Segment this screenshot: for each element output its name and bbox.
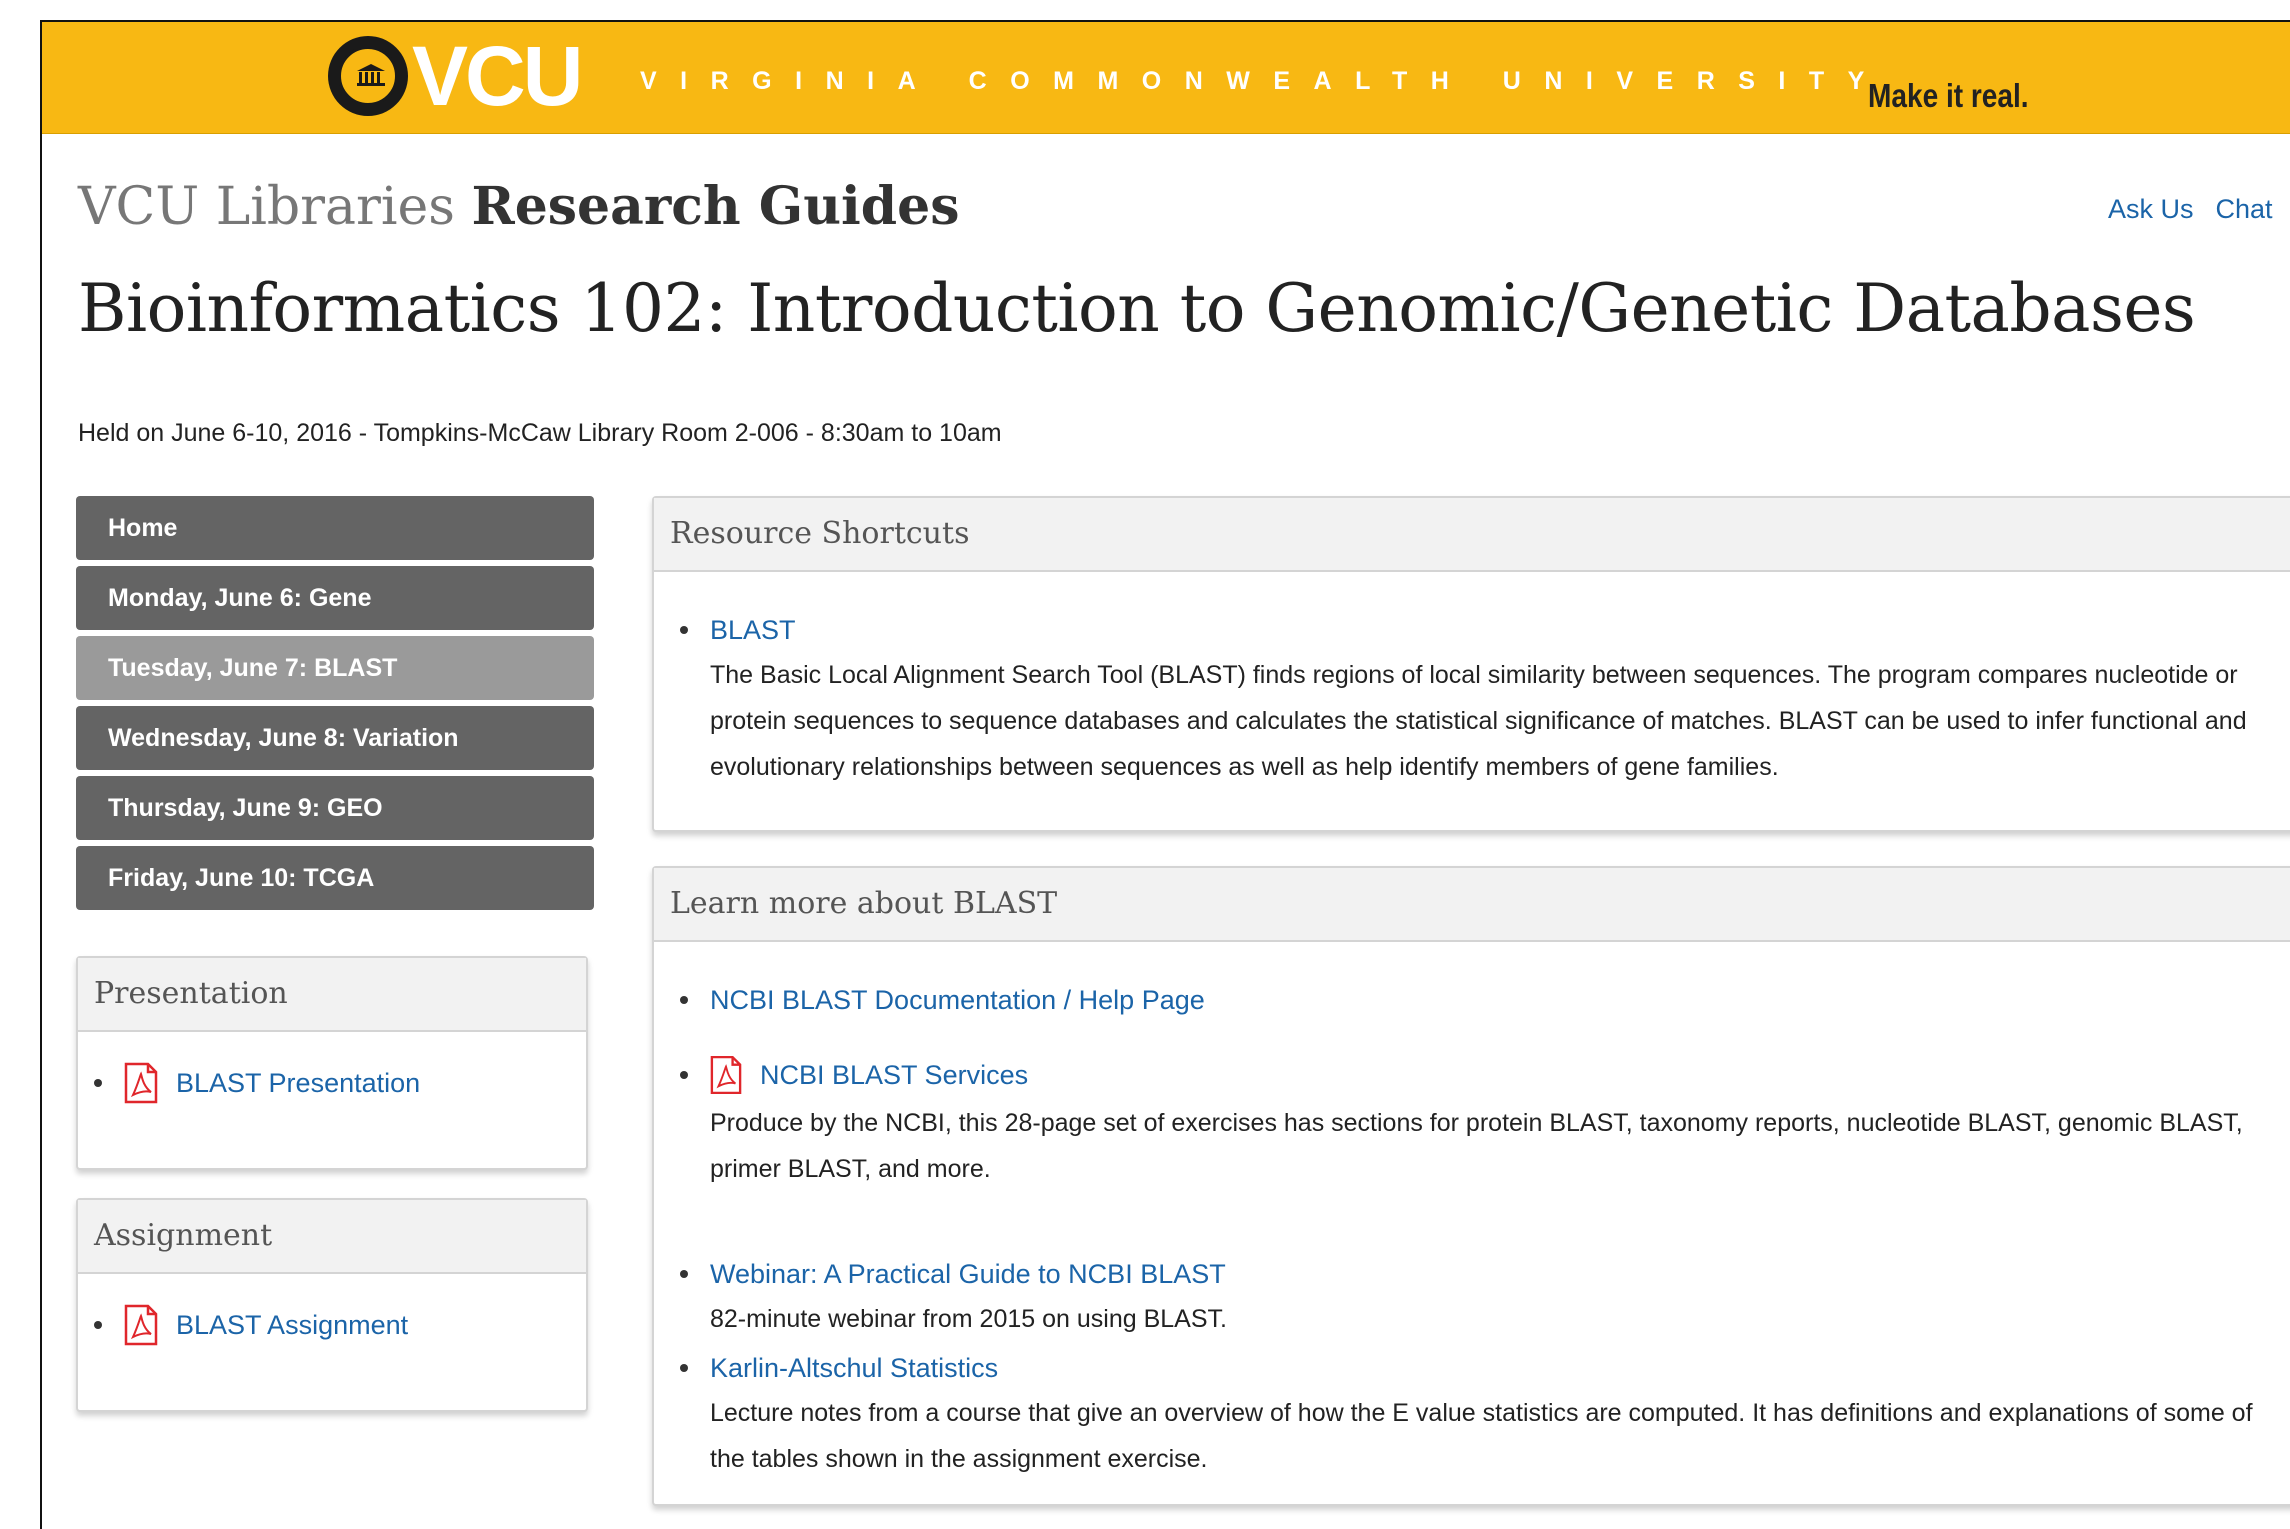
university-name: VIRGINIA COMMONWEALTH UNIVERSITY bbox=[640, 67, 1888, 95]
pdf-icon[interactable] bbox=[710, 1055, 742, 1095]
chat-link-label: Chat bbox=[2215, 194, 2273, 224]
assignment-heading: Assignment bbox=[78, 1200, 586, 1274]
list-item: NCBI BLAST Services Produce by the NCBI,… bbox=[670, 1050, 2290, 1192]
list-item: Karlin-Altschul Statistics Lecture notes… bbox=[670, 1346, 2290, 1482]
bullet bbox=[680, 1270, 688, 1278]
bullet bbox=[94, 1079, 102, 1087]
vcu-logo[interactable]: VCU bbox=[412, 32, 583, 120]
karlin-altschul-description: Lecture notes from a course that give an… bbox=[710, 1399, 2253, 1473]
resource-shortcuts-box: Resource Shortcuts BLAST The Basic Local… bbox=[652, 496, 2290, 832]
top-links: Ask Us Chat bbox=[2108, 194, 2290, 225]
browser-page: VCU VIRGINIA COMMONWEALTH UNIVERSITY Mak… bbox=[40, 20, 2290, 1529]
nav-item-wednesday[interactable]: Wednesday, June 8: Variation bbox=[76, 706, 594, 770]
chat-link[interactable]: Chat bbox=[2216, 194, 2290, 224]
webinar-description: 82-minute webinar from 2015 on using BLA… bbox=[710, 1305, 1227, 1333]
bullet bbox=[680, 1071, 688, 1079]
site-title[interactable]: VCU Libraries Research Guides bbox=[78, 176, 960, 238]
nav-item-home[interactable]: Home bbox=[76, 496, 594, 560]
building-icon bbox=[357, 64, 385, 86]
webinar-link[interactable]: Webinar: A Practical Guide to NCBI BLAST bbox=[710, 1259, 1226, 1290]
page-title: Bioinformatics 102: Introduction to Geno… bbox=[78, 270, 2196, 347]
pdf-icon[interactable] bbox=[124, 1062, 158, 1104]
presentation-link-row: BLAST Presentation bbox=[94, 1058, 420, 1108]
presentation-heading: Presentation bbox=[78, 958, 586, 1032]
nav-item-monday[interactable]: Monday, June 6: Gene bbox=[76, 566, 594, 630]
presentation-box: Presentation BLAST Presentation bbox=[76, 956, 588, 1170]
assignment-box: Assignment BLAST Assignment bbox=[76, 1198, 588, 1412]
vcu-header-banner: VCU VIRGINIA COMMONWEALTH UNIVERSITY Mak… bbox=[42, 22, 2290, 134]
list-item: Webinar: A Practical Guide to NCBI BLAST… bbox=[670, 1252, 2290, 1342]
blast-link[interactable]: BLAST bbox=[710, 615, 796, 646]
list-item: NCBI BLAST Documentation / Help Page bbox=[670, 978, 1205, 1022]
site-title-bold: Research Guides bbox=[471, 176, 960, 237]
bullet bbox=[94, 1321, 102, 1329]
university-seal-icon[interactable] bbox=[328, 36, 408, 116]
ncbi-blast-documentation-link[interactable]: NCBI BLAST Documentation / Help Page bbox=[710, 985, 1205, 1016]
tagline: Make it real. bbox=[1868, 77, 2029, 114]
learn-more-heading: Learn more about BLAST bbox=[654, 868, 2290, 942]
blast-presentation-link[interactable]: BLAST Presentation bbox=[176, 1068, 420, 1099]
bullet bbox=[680, 626, 688, 634]
bullet bbox=[680, 996, 688, 1004]
nav-item-friday[interactable]: Friday, June 10: TCGA bbox=[76, 846, 594, 910]
nav-item-thursday[interactable]: Thursday, June 9: GEO bbox=[76, 776, 594, 840]
guide-nav: Home Monday, June 6: Gene Tuesday, June … bbox=[76, 496, 594, 916]
learn-more-box: Learn more about BLAST NCBI BLAST Docume… bbox=[652, 866, 2290, 1506]
blast-description: The Basic Local Alignment Search Tool (B… bbox=[710, 661, 2247, 781]
ask-us-link[interactable]: Ask Us bbox=[2108, 194, 2194, 224]
assignment-link-row: BLAST Assignment bbox=[94, 1300, 408, 1350]
blast-assignment-link[interactable]: BLAST Assignment bbox=[176, 1310, 408, 1341]
ncbi-blast-services-description: Produce by the NCBI, this 28-page set of… bbox=[710, 1109, 2243, 1183]
guide-description: Held on June 6-10, 2016 - Tompkins-McCaw… bbox=[78, 419, 1002, 447]
pdf-icon[interactable] bbox=[124, 1304, 158, 1346]
bullet bbox=[680, 1364, 688, 1372]
karlin-altschul-link[interactable]: Karlin-Altschul Statistics bbox=[710, 1353, 998, 1384]
ncbi-blast-services-link[interactable]: NCBI BLAST Services bbox=[760, 1060, 1028, 1091]
site-title-light: VCU Libraries bbox=[78, 177, 455, 237]
resource-shortcuts-heading: Resource Shortcuts bbox=[654, 498, 2290, 572]
nav-item-tuesday[interactable]: Tuesday, June 7: BLAST bbox=[76, 636, 594, 700]
list-item: BLAST The Basic Local Alignment Search T… bbox=[670, 608, 2290, 790]
